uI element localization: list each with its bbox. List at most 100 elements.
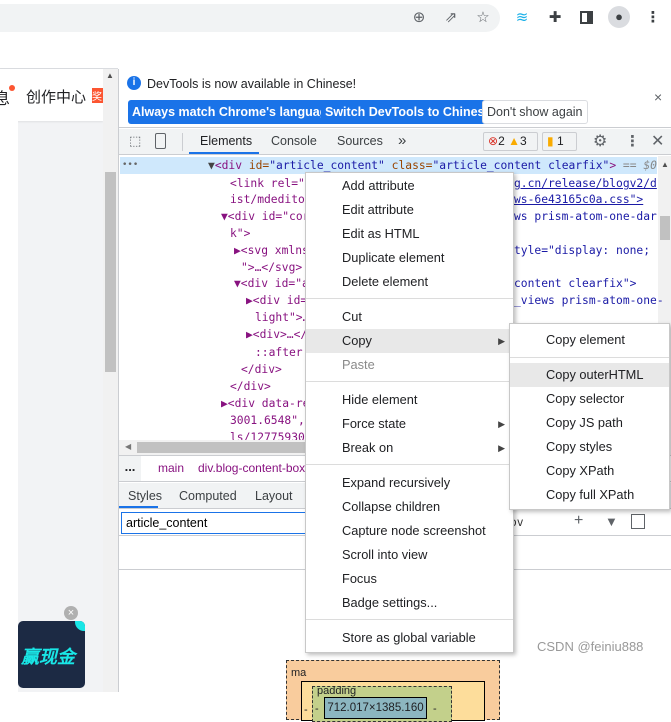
- menu-item-label: Hide element: [342, 392, 418, 407]
- menu-item-capture-node-screenshot[interactable]: Capture node screenshot: [306, 519, 513, 543]
- code-line-continuation[interactable]: ws-6e43165c0a.css">: [514, 192, 643, 207]
- page-scrollbar[interactable]: ▲: [103, 69, 118, 692]
- dont-show-again-button[interactable]: Don't show again: [482, 100, 588, 124]
- submenu-item-copy-js-path[interactable]: Copy JS path: [510, 411, 669, 435]
- styles-filter-input[interactable]: [121, 512, 321, 534]
- creation-center-link[interactable]: 创作中心: [26, 86, 86, 107]
- code-line[interactable]: ls/12775930: [230, 430, 305, 440]
- menu-item-edit-as-html[interactable]: Edit as HTML: [306, 222, 513, 246]
- toggle-sidebar-icon[interactable]: [631, 514, 645, 529]
- submenu-item-copy-xpath[interactable]: Copy XPath: [510, 459, 669, 483]
- selected-node[interactable]: ▼<div id="article_content" class="articl…: [208, 158, 657, 173]
- menu-item-store-as-global-variable[interactable]: Store as global variable: [306, 626, 513, 650]
- menu-separator: [510, 357, 669, 358]
- menu-item-focus[interactable]: Focus: [306, 567, 513, 591]
- tab-console[interactable]: Console: [271, 134, 317, 148]
- tab-sources[interactable]: Sources: [337, 134, 383, 148]
- device-toolbar-icon[interactable]: [155, 133, 166, 149]
- code-line-continuation[interactable]: content clearfix">: [514, 276, 636, 291]
- menu-item-force-state[interactable]: Force state ▶: [306, 412, 513, 436]
- menu-item-badge-settings[interactable]: Badge settings...: [306, 591, 513, 615]
- inspect-element-icon[interactable]: ⬚: [129, 133, 141, 149]
- elements-scrollbar-thumb[interactable]: [660, 216, 670, 240]
- menu-item-copy[interactable]: Copy ▶: [306, 329, 513, 353]
- new-style-rule-icon[interactable]: +: [574, 512, 583, 530]
- menu-item-edit-attribute[interactable]: Edit attribute: [306, 198, 513, 222]
- box-model-padding[interactable]: padding - 712.017×1385.160 -: [312, 685, 452, 722]
- code-line[interactable]: ::after: [255, 345, 303, 360]
- box-model-margin[interactable]: ma - padding - 712.017×1385.160 -: [286, 660, 500, 722]
- menu-item-scroll-into-view[interactable]: Scroll into view: [306, 543, 513, 567]
- warning-icon: ▲: [508, 134, 520, 148]
- code-line[interactable]: <link rel="s: [230, 176, 312, 191]
- wifi-icon[interactable]: ≋: [512, 8, 532, 26]
- page-scrollbar-thumb[interactable]: [105, 172, 116, 372]
- menu-item-collapse-children[interactable]: Collapse children: [306, 495, 513, 519]
- star-icon[interactable]: ☆: [473, 8, 493, 26]
- styles-tab-indicator: [119, 506, 158, 508]
- more-tabs-icon[interactable]: »: [398, 132, 406, 149]
- hscrollbar-thumb[interactable]: [137, 442, 307, 453]
- submenu-item-copy-element[interactable]: Copy element: [510, 328, 669, 352]
- menu-item-duplicate-element[interactable]: Duplicate element: [306, 246, 513, 270]
- code-line[interactable]: ▶<svg xmlns: [234, 243, 309, 258]
- switch-to-chinese-button[interactable]: Switch DevTools to Chinese: [321, 100, 496, 124]
- code-line-continuation[interactable]: _views prism-atom-one-: [514, 293, 664, 308]
- menu-separator: [306, 381, 513, 382]
- always-match-language-button[interactable]: Always match Chrome's language: [128, 100, 339, 124]
- menu-item-delete-element[interactable]: Delete element: [306, 270, 513, 294]
- tag-open: <div: [214, 159, 249, 172]
- menu-item-expand-recursively[interactable]: Expand recursively: [306, 471, 513, 495]
- submenu-item-copy-full-xpath[interactable]: Copy full XPath: [510, 483, 669, 507]
- menu-item-add-attribute[interactable]: Add attribute: [306, 174, 513, 198]
- tab-elements[interactable]: Elements: [200, 134, 252, 148]
- code-line[interactable]: k">: [230, 226, 250, 241]
- ad-close-icon[interactable]: ×: [64, 606, 78, 620]
- code-line[interactable]: </div>: [241, 362, 282, 377]
- issues-counter[interactable]: ▮ 1: [542, 132, 577, 151]
- code-line[interactable]: ▼<div id="cor: [221, 209, 309, 224]
- zoom-icon[interactable]: ⊕: [409, 8, 429, 26]
- side-panel-icon[interactable]: [580, 11, 593, 24]
- code-line[interactable]: light">…: [255, 310, 309, 325]
- submenu-item-copy-selector[interactable]: Copy selector: [510, 387, 669, 411]
- code-line[interactable]: ▶<div>…</: [246, 327, 307, 342]
- node-actions-icon[interactable]: •••: [122, 158, 138, 173]
- customize-menu-icon[interactable]: ⋮: [625, 132, 640, 150]
- tab-layout[interactable]: Layout: [255, 489, 293, 503]
- menu-item-break-on[interactable]: Break on ▶: [306, 436, 513, 460]
- errors-warnings-counter[interactable]: ⊗2 ▲3: [483, 132, 538, 151]
- menu-item-cut[interactable]: Cut: [306, 305, 513, 329]
- code-line[interactable]: ">…</svg>: [241, 260, 302, 275]
- menu-item-label: Capture node screenshot: [342, 523, 486, 538]
- share-icon[interactable]: ⇗: [441, 8, 461, 26]
- code-line[interactable]: 3001.6548",": [230, 413, 312, 428]
- code-line-continuation[interactable]: ws prism-atom-one-dar: [514, 209, 657, 224]
- code-line[interactable]: ▼<div id="a: [234, 276, 309, 291]
- tab-computed[interactable]: Computed: [179, 489, 237, 503]
- attr-class-value: "article_content clearfix": [432, 159, 610, 172]
- settings-gear-icon[interactable]: ⚙: [593, 131, 607, 151]
- box-model-border[interactable]: - padding - 712.017×1385.160 -: [301, 681, 485, 722]
- breadcrumb-more[interactable]: ...: [119, 456, 141, 481]
- code-line[interactable]: ▶<div id=: [246, 293, 307, 308]
- code-line[interactable]: ist/mdeditor: [230, 192, 312, 207]
- submenu-item-copy-outerhtml[interactable]: Copy outerHTML: [510, 363, 669, 387]
- menu-item-hide-element[interactable]: Hide element: [306, 388, 513, 412]
- ad-image[interactable]: 赢现金: [18, 621, 85, 688]
- close-devtools-icon[interactable]: ✕: [651, 131, 664, 151]
- profile-icon[interactable]: ●: [608, 6, 630, 28]
- code-line[interactable]: </div>: [230, 379, 271, 394]
- submenu-item-copy-styles[interactable]: Copy styles: [510, 435, 669, 459]
- box-model-content[interactable]: 712.017×1385.160: [324, 697, 427, 719]
- breadcrumb-div[interactable]: div.blog-content-box: [198, 461, 305, 475]
- code-line-continuation[interactable]: g.cn/release/blogv2/d: [514, 176, 657, 191]
- paint-brush-icon[interactable]: ▼: [605, 514, 618, 529]
- infobar-close-icon[interactable]: ×: [654, 89, 662, 105]
- code-line-continuation[interactable]: tyle="display: none;: [514, 243, 650, 258]
- extensions-icon[interactable]: ✚: [545, 8, 565, 26]
- more-icon[interactable]: ⋮: [643, 8, 663, 26]
- breadcrumb-main[interactable]: main: [158, 461, 184, 475]
- code-line[interactable]: ▶<div data-re: [221, 396, 309, 411]
- tab-styles[interactable]: Styles: [128, 489, 162, 503]
